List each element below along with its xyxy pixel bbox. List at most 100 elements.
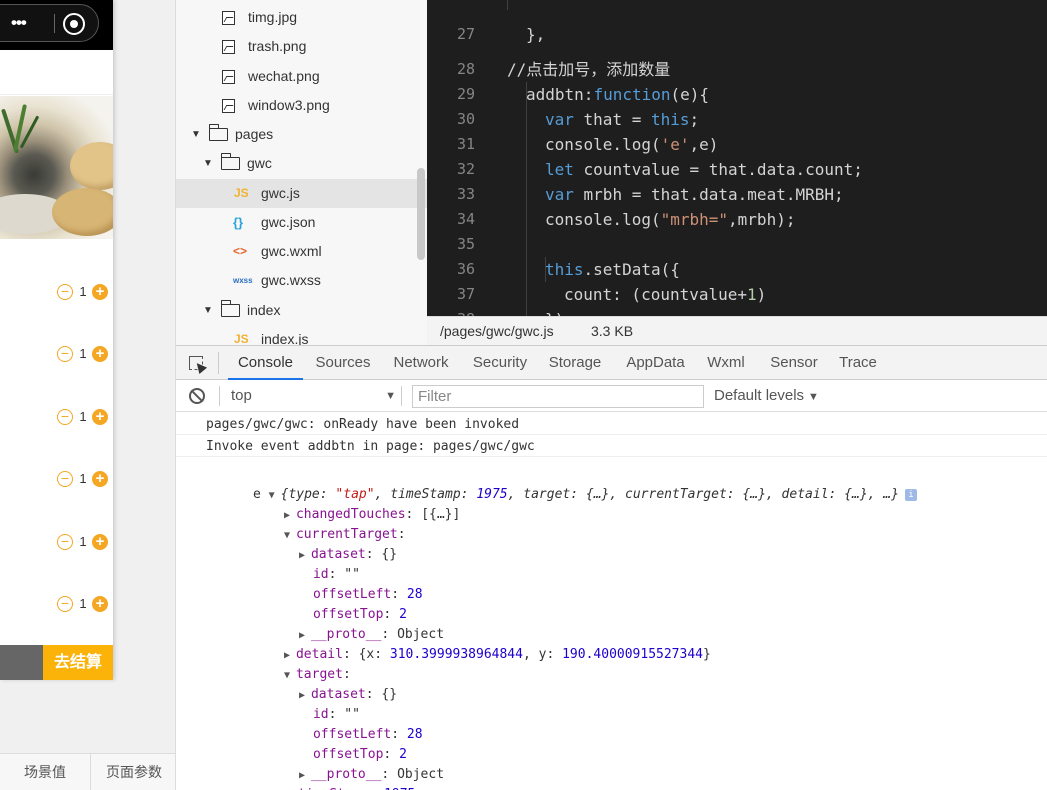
code-line: 32 let countvalue = that.data.count; <box>456 160 863 179</box>
page-params-tab[interactable]: 页面参数 <box>92 754 175 790</box>
minus-icon[interactable]: − <box>57 284 73 300</box>
console-message: Invoke event addbtn in page: pages/gwc/g… <box>176 437 1047 457</box>
tree-item-trash[interactable]: trash.png <box>176 32 427 61</box>
tab-storage[interactable]: Storage <box>544 346 606 380</box>
tree-item-gwc-wxss[interactable]: wxss gwc.wxss <box>176 266 427 295</box>
console-tree-node[interactable]: ▼ target: <box>237 645 351 682</box>
close-miniprogram-icon[interactable] <box>63 13 85 35</box>
inspect-element-icon[interactable] <box>186 354 208 375</box>
image-file-icon <box>222 40 235 54</box>
console-tree-node[interactable]: ▶ __proto__: Object <box>252 745 444 782</box>
devtools-panel: Console Sources Network Security Storage… <box>176 345 1047 790</box>
plus-icon[interactable]: + <box>92 409 108 425</box>
plus-icon[interactable]: + <box>92 346 108 362</box>
tab-appdata[interactable]: AppData <box>618 346 693 380</box>
plus-icon[interactable]: + <box>92 534 108 550</box>
code-line: 34 console.log("mrbh=",mrbh); <box>456 210 796 229</box>
tree-item-label: gwc <box>247 155 272 171</box>
tab-sources[interactable]: Sources <box>310 346 376 380</box>
plus-icon[interactable]: + <box>92 596 108 612</box>
plus-icon[interactable]: + <box>92 471 108 487</box>
tab-sensor[interactable]: Sensor <box>764 346 824 380</box>
image-file-icon <box>222 99 235 113</box>
tree-item-label: gwc.wxml <box>261 243 322 259</box>
console-tree-node: offsetLeft: 28 <box>312 727 423 742</box>
tab-security[interactable]: Security <box>467 346 533 380</box>
filter-input[interactable] <box>412 385 704 408</box>
console-tree-node[interactable]: ▶ __proto__: Object <box>252 605 444 642</box>
console-tree-node[interactable]: ▶ dataset: {} <box>252 525 397 562</box>
tree-item-gwc-wxml[interactable]: <> gwc.wxml <box>176 237 427 266</box>
more-icon[interactable]: ••• <box>11 14 27 32</box>
plus-icon[interactable]: + <box>92 284 108 300</box>
code-line: 30 var that = this; <box>456 110 700 129</box>
console-tree-node[interactable]: ▼ currentTarget: <box>237 505 406 542</box>
quantity-stepper: − 1 + <box>57 533 109 551</box>
tree-item-label: trash.png <box>248 38 307 54</box>
checkout-button[interactable]: 去结算 <box>43 645 113 680</box>
phone-screen: ••• − 1 + − 1 + − 1 + − 1 + − 1 + − 1 + … <box>0 0 113 680</box>
miniprogram-capsule: ••• <box>0 4 99 42</box>
tab-network[interactable]: Network <box>386 346 456 380</box>
tree-item-label: wechat.png <box>248 68 320 84</box>
code-line: 27}, <box>456 25 546 44</box>
quantity-value: 1 <box>79 596 87 611</box>
tab-wxml[interactable]: Wxml <box>702 346 750 380</box>
log-levels-dropdown[interactable]: Default levels ▼ <box>714 384 819 408</box>
clear-console-icon[interactable] <box>189 388 205 404</box>
quantity-stepper: − 1 + <box>57 408 109 426</box>
tree-item-timg[interactable]: timg.jpg <box>176 3 427 32</box>
tree-folder-index[interactable]: ▼ index <box>176 296 427 325</box>
minus-icon[interactable]: − <box>57 409 73 425</box>
console-object-row[interactable]: e ▼ {type: "tap", timeStamp: 1975, target… <box>206 465 917 502</box>
console-tree-node: offsetLeft: 28 <box>312 587 423 602</box>
tree-item-label: gwc.wxss <box>261 272 321 288</box>
file-tree: timg.jpg trash.png wechat.png window3.pn… <box>176 0 427 345</box>
editor-status-bar: /pages/gwc/gwc.js 3.3 KB <box>427 316 1047 346</box>
console-tree-node: offsetTop: 2 <box>312 747 407 762</box>
minus-icon[interactable]: − <box>57 596 73 612</box>
expanded-arrow-icon[interactable]: ▼ <box>203 149 213 178</box>
console-tree-node: offsetTop: 2 <box>312 607 407 622</box>
tab-console[interactable]: Console <box>228 346 303 380</box>
tree-folder-pages[interactable]: ▼ pages <box>176 120 427 149</box>
quantity-value: 1 <box>79 471 87 486</box>
code-line: 38}) <box>427 282 1047 316</box>
tree-item-gwc-js[interactable]: JS gwc.js <box>176 179 427 208</box>
minus-icon[interactable]: − <box>57 346 73 362</box>
capsule-divider <box>54 14 55 33</box>
console-tree-node[interactable]: ▶ detail: {x: 310.3999938964844, y: 190.4… <box>237 625 711 662</box>
code-line: 33 var mrbh = that.data.meat.MRBH; <box>456 185 844 204</box>
minus-icon[interactable]: − <box>57 471 73 487</box>
expanded-arrow-icon[interactable]: ▼ <box>203 296 213 325</box>
tree-item-label: pages <box>235 126 274 142</box>
tab-trace[interactable]: Trace <box>836 346 880 380</box>
minus-icon[interactable]: − <box>57 534 73 550</box>
simulator-footer: 场景值 页面参数 <box>0 753 175 790</box>
quantity-value: 1 <box>79 409 87 424</box>
console-tree-node[interactable]: ▶ dataset: {} <box>252 665 397 702</box>
file-tree-scrollbar[interactable] <box>417 168 425 260</box>
devtools-tabbar: Console Sources Network Security Storage… <box>176 346 1047 380</box>
file-path: /pages/gwc/gwc.js <box>440 323 554 339</box>
dropdown-arrow-icon: ▼ <box>385 390 396 402</box>
js-file-icon: JS <box>234 186 249 200</box>
console-tree-node: id: "" <box>312 567 360 582</box>
console-message: pages/gwc/gwc: onReady have been invoked <box>176 415 1047 435</box>
scene-value-tab[interactable]: 场景值 <box>0 754 91 790</box>
tree-item-wechat[interactable]: wechat.png <box>176 62 427 91</box>
console-tree-node: timeStamp: 1975 <box>251 765 415 790</box>
tree-folder-gwc[interactable]: ▼ gwc <box>176 149 427 178</box>
code-line: 29 addbtn:function(e){ <box>456 85 710 104</box>
code-line: 35 <box>456 235 475 253</box>
info-icon[interactable]: i <box>904 488 917 501</box>
tree-item-label: gwc.js <box>261 185 300 201</box>
dropdown-arrow-icon: ▼ <box>808 391 819 403</box>
expanded-arrow-icon[interactable]: ▼ <box>191 120 201 149</box>
context-selector[interactable]: top ▼ <box>231 384 396 408</box>
console-tree-node[interactable]: ▶ changedTouches: [{…}] <box>237 485 460 522</box>
tree-item-window3[interactable]: window3.png <box>176 91 427 120</box>
tree-item-index-js[interactable]: JS index.js <box>176 325 427 345</box>
code-editor[interactable]: 27}, 28//点击加号，添加数量 29 addbtn:function(e){… <box>427 0 1047 316</box>
tree-item-gwc-json[interactable]: {} gwc.json <box>176 208 427 237</box>
